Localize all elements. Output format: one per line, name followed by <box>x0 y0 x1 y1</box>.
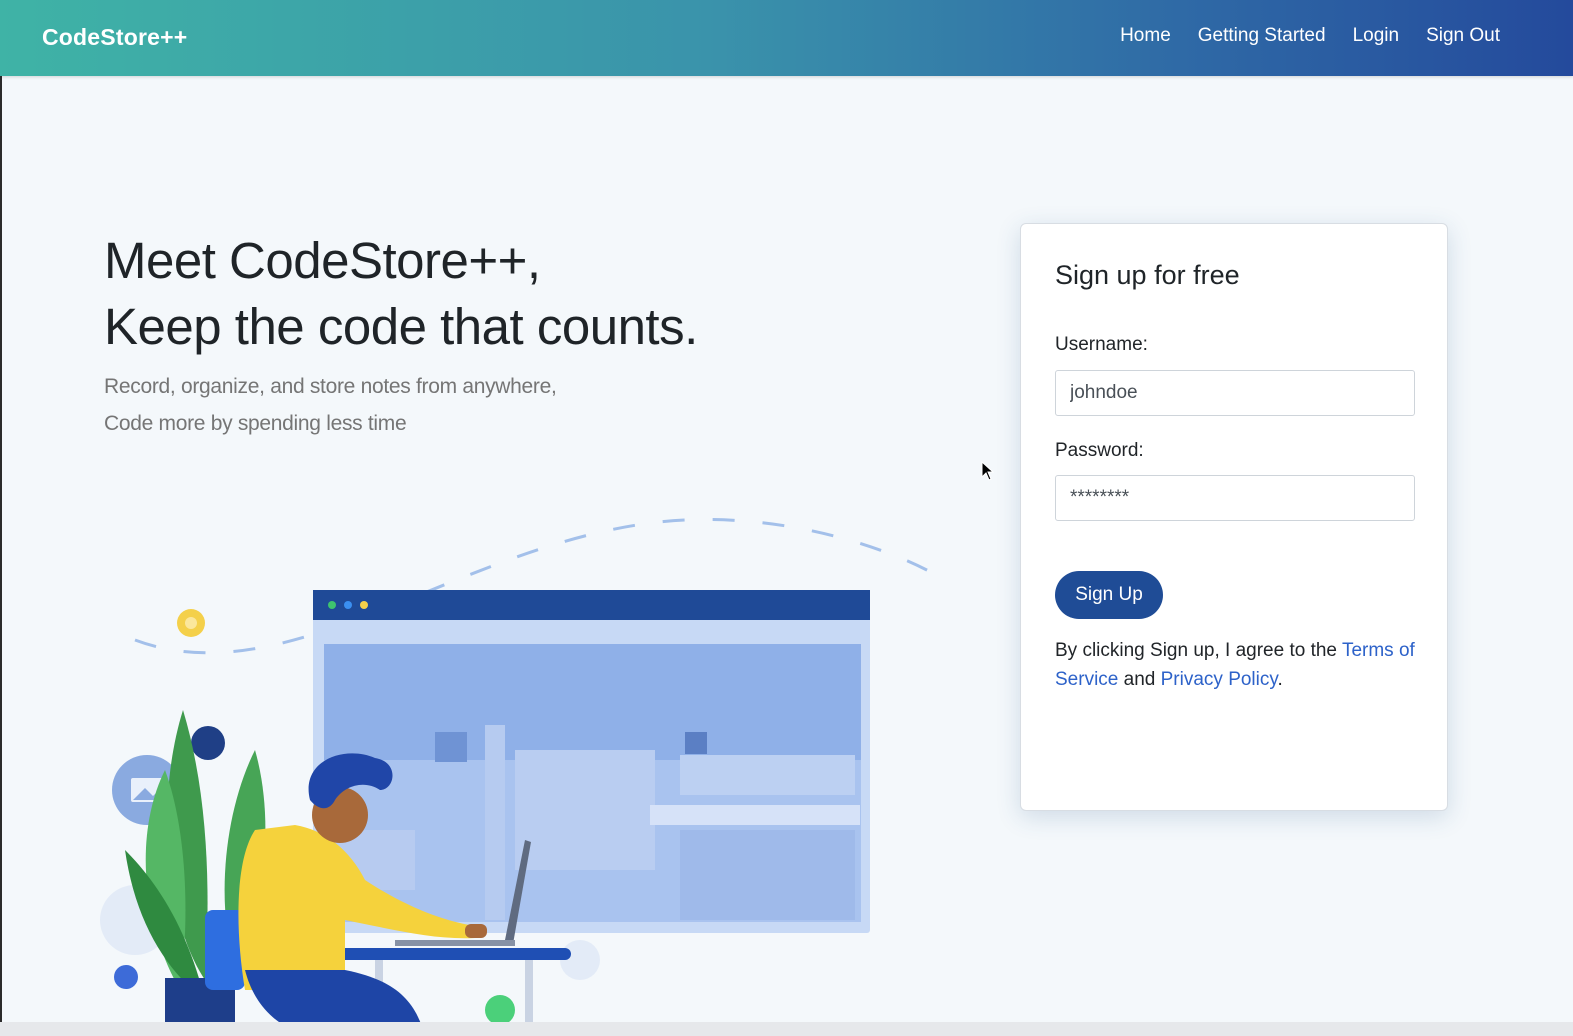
bottom-scroll-area <box>0 1022 1573 1036</box>
terms-prefix: By clicking Sign up, I agree to the <box>1055 640 1342 661</box>
privacy-policy-link[interactable]: Privacy Policy <box>1161 669 1278 690</box>
top-navbar: CodeStore++ Home Getting Started Login S… <box>0 0 1573 76</box>
nav-link-home[interactable]: Home <box>1120 25 1171 47</box>
brand-logo[interactable]: CodeStore++ <box>42 24 187 51</box>
signup-card: Sign up for free Username: Password: Sig… <box>1020 223 1448 811</box>
username-input[interactable] <box>1055 370 1415 416</box>
navy-dot <box>191 726 225 760</box>
password-label: Password: <box>1055 440 1144 461</box>
hero-illustration <box>100 518 946 1036</box>
nav-links: Home Getting Started Login Sign Out <box>1120 25 1500 47</box>
terms-middle: and <box>1118 669 1161 690</box>
terms-text: By clicking Sign up, I agree to the Term… <box>1055 636 1425 694</box>
hero-title-line2: Keep the code that counts. <box>104 298 698 355</box>
hero-title-line1: Meet CodeStore++, <box>104 232 541 289</box>
window-edge <box>0 76 2 1036</box>
nav-link-sign-out[interactable]: Sign Out <box>1426 25 1500 47</box>
hero-subtitle: Record, organize, and store notes from a… <box>104 368 557 442</box>
browser-titlebar <box>313 590 870 620</box>
username-label: Username: <box>1055 334 1148 355</box>
nav-link-login[interactable]: Login <box>1353 25 1400 47</box>
nav-link-getting-started[interactable]: Getting Started <box>1198 25 1326 47</box>
desk-top <box>325 948 571 960</box>
sign-up-button[interactable]: Sign Up <box>1055 571 1163 619</box>
terms-suffix: . <box>1277 669 1283 690</box>
hero-subtitle-line2: Code more by spending less time <box>104 412 407 435</box>
signup-title: Sign up for free <box>1055 260 1240 290</box>
hero-subtitle-line1: Record, organize, and store notes from a… <box>104 375 557 398</box>
mouse-cursor-icon <box>981 461 995 481</box>
password-input[interactable] <box>1055 475 1415 521</box>
hero-title: Meet CodeStore++, Keep the code that coun… <box>104 228 698 360</box>
